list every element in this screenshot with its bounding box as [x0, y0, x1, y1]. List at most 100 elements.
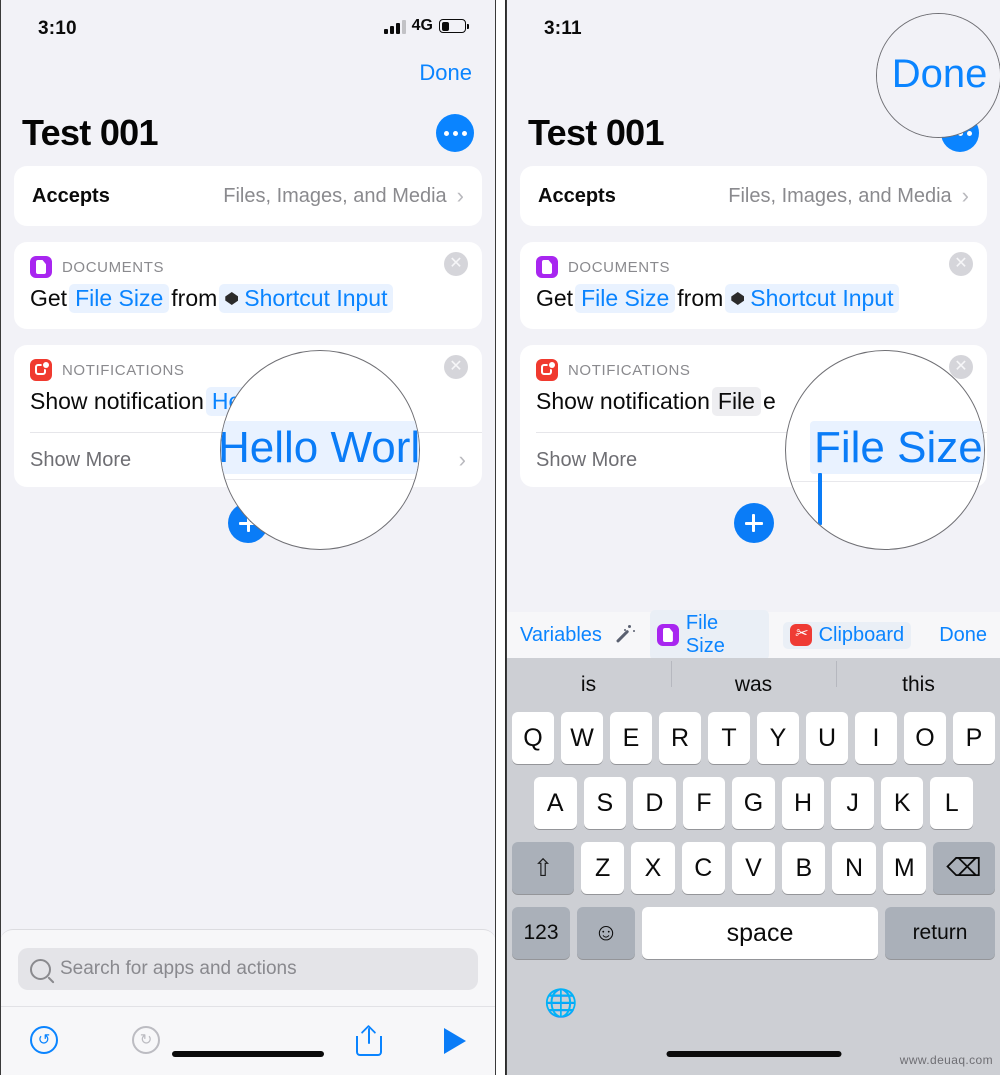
key-d[interactable]: D [633, 777, 676, 829]
parameter-token-file-size[interactable]: File Size [575, 284, 676, 313]
variable-token-label: Shortcut Input [750, 285, 894, 311]
variables-button[interactable]: Variables [520, 624, 602, 647]
key-l[interactable]: L [930, 777, 974, 829]
accepts-label: Accepts [538, 184, 616, 207]
action-header: DOCUMENTS ✕ [14, 242, 482, 278]
remove-action-button[interactable]: ✕ [949, 252, 973, 276]
accepts-row[interactable]: Accepts Files, Images, and Media › [14, 166, 482, 226]
keyboard-row-3: ⇧ Z X C V B N M ⌫ [506, 842, 1000, 894]
text-caret [818, 473, 822, 525]
action-body[interactable]: Get File Size from Shortcut Input [520, 278, 987, 329]
key-z[interactable]: Z [581, 842, 625, 894]
key-b[interactable]: B [782, 842, 826, 894]
key-a[interactable]: A [533, 777, 577, 829]
action-word: Show notification [536, 388, 710, 414]
notification-icon [30, 359, 52, 381]
shift-key[interactable]: ⇧ [512, 842, 575, 894]
key-g[interactable]: G [732, 777, 775, 829]
key-k[interactable]: K [880, 777, 924, 829]
remove-action-button[interactable]: ✕ [444, 355, 468, 379]
home-indicator [666, 1051, 841, 1057]
variable-token-shortcut-input[interactable]: Shortcut Input [219, 284, 394, 313]
done-button[interactable]: Done [419, 60, 472, 86]
key-w[interactable]: W [561, 712, 603, 764]
key-h[interactable]: H [781, 777, 825, 829]
key-y[interactable]: Y [757, 712, 799, 764]
more-options-button[interactable] [436, 114, 474, 152]
action-category: NOTIFICATIONS [62, 361, 185, 379]
accepts-card[interactable]: Accepts Files, Images, and Media › [520, 166, 987, 226]
key-p[interactable]: P [953, 712, 995, 764]
magic-wand-icon[interactable] [616, 625, 636, 645]
variable-glyph-icon [731, 292, 745, 305]
suggestion-item[interactable]: this [836, 661, 1000, 697]
show-more-label: Show More [30, 448, 132, 471]
key-c[interactable]: C [681, 842, 725, 894]
keyboard-row-2: A S D F G H J K L [506, 777, 1000, 829]
redo-icon[interactable]: ↻ [132, 1026, 162, 1056]
key-i[interactable]: I [855, 712, 897, 764]
key-u[interactable]: U [806, 712, 848, 764]
key-m[interactable]: M [882, 842, 926, 894]
magnifier-callout-done: Done [876, 13, 1000, 138]
keyboard-row-4: 123 ☺ space return [506, 907, 1000, 959]
key-n[interactable]: N [832, 842, 876, 894]
accepts-row[interactable]: Accepts Files, Images, and Media › [520, 166, 987, 226]
key-v[interactable]: V [731, 842, 776, 894]
add-action-button[interactable] [733, 503, 774, 543]
variable-chip-clipboard[interactable]: Clipboard [782, 621, 912, 649]
document-icon [536, 256, 558, 278]
variable-chip-file-size[interactable]: File Size [649, 610, 769, 660]
search-panel: Search for apps and actions ↺ ↻ [0, 929, 496, 1075]
suggestion-bar: is was this [506, 658, 1000, 712]
action-word: from [677, 285, 724, 311]
status-clock: 3:11 [544, 18, 582, 39]
watermark: www.deuaq.com [899, 1053, 993, 1067]
notification-text-field[interactable]: File [711, 387, 761, 416]
share-icon[interactable] [356, 1024, 382, 1056]
space-key[interactable]: space [642, 907, 878, 959]
backspace-key[interactable]: ⌫ [932, 842, 995, 894]
key-q[interactable]: Q [512, 712, 554, 764]
variable-chip-label: File Size [685, 612, 725, 657]
magnifier-callout-file-size: File Size [785, 350, 985, 550]
action-word: Get [30, 285, 68, 311]
key-j[interactable]: J [831, 777, 874, 829]
search-input[interactable]: Search for apps and actions [18, 948, 478, 990]
key-t[interactable]: T [708, 712, 750, 764]
chevron-right-icon: › [458, 447, 466, 472]
emoji-key[interactable]: ☺ [577, 907, 635, 959]
key-o[interactable]: O [904, 712, 946, 764]
chevron-right-icon: › [961, 183, 969, 208]
return-key[interactable]: return [885, 907, 995, 959]
undo-icon[interactable]: ↺ [30, 1026, 60, 1056]
key-e[interactable]: E [610, 712, 652, 764]
suggestion-item[interactable]: was [671, 661, 836, 697]
magnifier-content-done: Done [877, 52, 1000, 97]
suggestion-item[interactable]: is [506, 673, 671, 697]
key-x[interactable]: X [631, 842, 675, 894]
page-title: Test 001 [528, 112, 665, 153]
battery-icon [439, 19, 469, 33]
variable-token-shortcut-input[interactable]: Shortcut Input [725, 284, 900, 313]
parameter-token-file-size[interactable]: File Size [69, 284, 170, 313]
key-f[interactable]: F [682, 777, 726, 829]
action-card-documents[interactable]: DOCUMENTS ✕ Get File Size from Shortcut … [14, 242, 482, 329]
globe-icon[interactable]: 🌐 [544, 987, 578, 1019]
signal-strength-icon [383, 19, 406, 34]
action-category: NOTIFICATIONS [568, 361, 691, 379]
accepts-value: Files, Images, and Media [728, 184, 952, 207]
key-r[interactable]: R [659, 712, 701, 764]
run-icon[interactable] [444, 1028, 466, 1054]
action-body[interactable]: Get File Size from Shortcut Input [14, 278, 482, 329]
action-card-documents[interactable]: DOCUMENTS ✕ Get File Size from Shortcut … [520, 242, 987, 329]
keyboard-done-button[interactable]: Done [939, 624, 987, 647]
numbers-key[interactable]: 123 [512, 907, 570, 959]
action-word-tail: e [762, 388, 776, 414]
remove-action-button[interactable]: ✕ [444, 252, 468, 276]
magnified-text: Hello World [221, 421, 419, 474]
accepts-card[interactable]: Accepts Files, Images, and Media › [14, 166, 482, 226]
key-s[interactable]: S [583, 777, 627, 829]
clipboard-icon [789, 623, 812, 646]
phone-screenshot-left: 3:10 4G Done Test 001 Accepts Files, Ima… [0, 0, 497, 1075]
